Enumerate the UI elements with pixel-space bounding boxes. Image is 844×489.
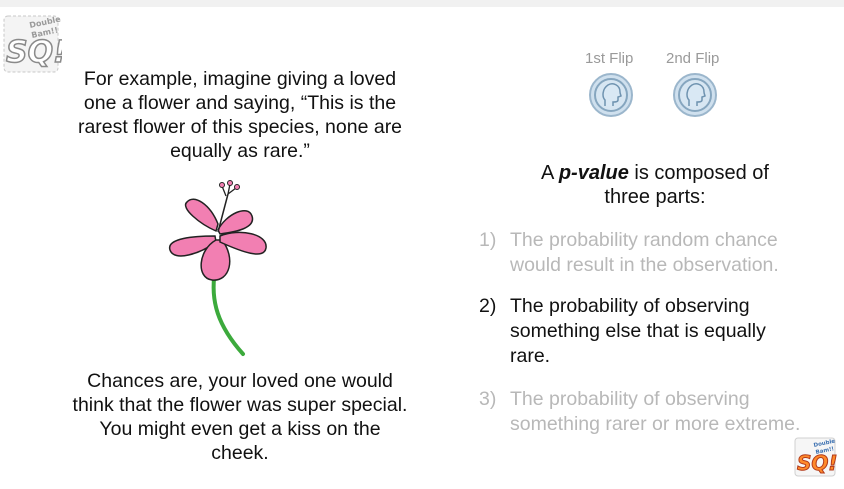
flower-stem (211, 269, 245, 356)
part-1-number: 1) (479, 229, 497, 251)
logo-big-letters: SQ! (6, 35, 62, 70)
part-3-number: 3) (479, 388, 497, 410)
part-2-line-2: something else that is equally (510, 320, 766, 342)
part-2-line-1: The probability of observing (510, 295, 750, 317)
part-1-line-2: would result in the observation. (510, 254, 779, 276)
pvalue-intro-line-2: three parts: (604, 186, 706, 208)
part-2-number: 2) (479, 295, 497, 317)
conclusion-line-3: You might even get a kiss on the (99, 418, 381, 440)
second-flip-coin (673, 73, 717, 117)
example-line-1: For example, imagine giving a loved (83, 68, 397, 90)
example-line-3: rarest flower of this species, none are (77, 116, 403, 138)
pvalue-intro: A p-value is composed of three parts: (490, 161, 820, 209)
part-3-line-2: something rarer or more extreme. (510, 413, 801, 435)
flower-illustration (160, 176, 280, 361)
part-2-line-3: rare. (510, 345, 551, 367)
conclusion-line-4: cheek. (211, 442, 269, 464)
part-3-line-1: The probability of observing (510, 388, 750, 410)
petal-top-left (184, 198, 219, 233)
first-flip-coin (589, 73, 633, 117)
example-line-2: one a flower and saying, “This is the (83, 92, 397, 114)
conclusion-line-1: Chances are, your loved one would (87, 370, 393, 392)
flower-conclusion-text: Chances are, your loved one would think … (25, 369, 455, 465)
conclusion-line-2: think that the flower was super special. (72, 394, 408, 416)
statquest-logo-top-left: SQ! Double Bam!! (2, 12, 68, 74)
pvalue-term: p-value (558, 162, 629, 184)
example-line-4: equally as rare.” (170, 140, 310, 162)
pvalue-intro-suffix: is composed of (628, 162, 769, 184)
flower-example-text: For example, imagine giving a loved one … (35, 67, 445, 163)
part-1-line-1: The probability random chance (510, 229, 778, 251)
statquest-logo-bottom-right: SQ! Double Bam!! (794, 436, 838, 478)
pvalue-intro-line-1: A p-value is composed of (490, 161, 820, 185)
pvalue-intro-prefix: A (541, 162, 559, 184)
head-silhouette-icon (686, 83, 706, 106)
top-strip (0, 0, 844, 7)
second-flip-label: 2nd Flip (666, 50, 720, 67)
head-silhouette-icon (602, 83, 622, 106)
first-flip-label: 1st Flip (585, 50, 634, 67)
